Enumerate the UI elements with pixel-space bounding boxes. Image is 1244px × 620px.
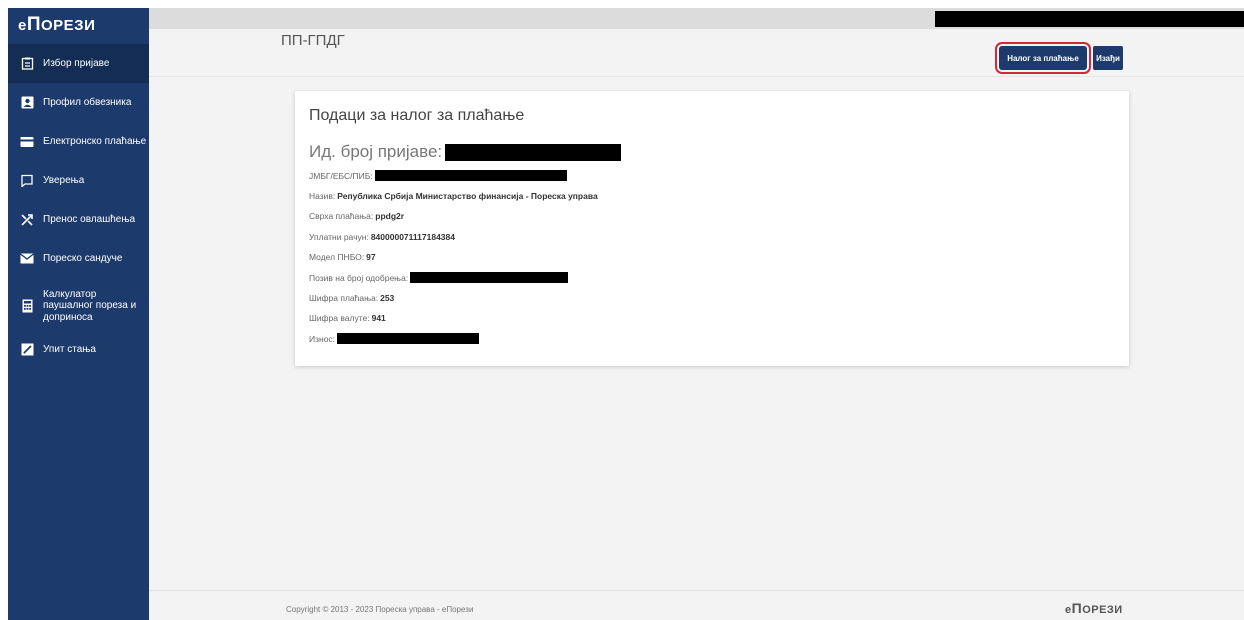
sidebar-item-profil-obveznika[interactable]: Профил обвезника: [8, 83, 149, 122]
sidebar-item-prenos-ovlascenja[interactable]: Пренос овлашћења: [8, 200, 149, 239]
redacted-iznos: [337, 333, 480, 344]
field-label: Уплатни рачун:: [309, 232, 369, 242]
transfer-icon: [20, 213, 34, 227]
clipboard-list-icon: [20, 57, 34, 71]
sidebar-item-label: Пореско сандуче: [43, 252, 123, 264]
user-card-icon: [20, 96, 34, 110]
top-bar: [149, 8, 1244, 29]
field-label: ЈМБГ/ЕБС/ПИБ:: [309, 170, 373, 181]
field-label: Шифра валуте:: [309, 313, 370, 323]
redacted-user-info: [935, 11, 1244, 27]
field-uplatni-racun: Уплатни рачун: 840000071117184384: [309, 232, 455, 242]
redacted-jmbg: [374, 170, 567, 181]
sidebar-item-label: Електронско плаћање: [43, 135, 147, 147]
field-sifra-valute: Шифра валуте: 941: [309, 313, 386, 323]
calculator-icon: [20, 299, 34, 313]
payment-order-button[interactable]: Налог за плаћање: [995, 42, 1091, 74]
header-divider: [149, 76, 1244, 77]
sidebar: еПОРЕЗИ Избор пријаве Профил обвезника Е…: [8, 8, 149, 620]
card-title: Подаци за налог за плаћање: [309, 107, 525, 124]
exit-button[interactable]: Изађи: [1093, 46, 1123, 70]
field-label: Модел ПНБО:: [309, 252, 365, 262]
field-jmbg: ЈМБГ/ЕБС/ПИБ:: [309, 170, 567, 181]
field-sifra-placanja: Шифра плаћања: 253: [309, 293, 394, 303]
sidebar-item-poresko-sanduce[interactable]: Пореско сандуче: [8, 239, 149, 278]
sidebar-item-upit-stanja[interactable]: Упит стања: [8, 330, 149, 369]
sidebar-item-label: Профил обвезника: [43, 96, 132, 108]
sidebar-item-kalkulator[interactable]: Калкулатор паушалног пореза и доприноса: [8, 282, 149, 330]
field-label: Шифра плаћања:: [309, 293, 379, 303]
field-value: Република Србија Министарство финансија …: [337, 191, 598, 201]
sidebar-item-izbor-prijave[interactable]: Избор пријаве: [8, 44, 149, 83]
sidebar-item-label: Избор пријаве: [43, 57, 110, 69]
sidebar-item-label: Калкулатор паушалног пореза и доприноса: [43, 288, 137, 323]
payment-data-card: Подаци за налог за плаћање Ид. број приј…: [295, 91, 1129, 366]
field-iznos: Износ:: [309, 333, 480, 344]
field-poziv-na-broj: Позив на број одобрења:: [309, 272, 569, 283]
field-label: Позив на број одобрења:: [309, 272, 409, 283]
footer-divider: [149, 590, 1244, 591]
credit-card-icon: [20, 135, 34, 149]
field-label: Износ:: [309, 333, 336, 344]
field-label: Назив:: [309, 191, 336, 201]
app-logo[interactable]: еПОРЕЗИ: [8, 8, 149, 44]
field-model: Модел ПНБО: 97: [309, 252, 376, 262]
page-title: ПП-ГПДГ: [281, 32, 345, 49]
field-value: 253: [380, 293, 395, 303]
sidebar-item-label: Упит стања: [43, 343, 96, 355]
footer-copyright: Copyright © 2013 - 2023 Пореска управа -…: [286, 605, 474, 614]
field-label: Сврха плаћања:: [309, 211, 374, 221]
redacted-declaration-id: [445, 143, 622, 161]
certificate-icon: [20, 174, 34, 188]
main-area: ПП-ГПДГ Налог за плаћање Изађи Подаци за…: [149, 8, 1244, 620]
sidebar-item-label: Уверења: [43, 174, 85, 186]
field-svrha: Сврха плаћања: ppdg2r: [309, 211, 404, 221]
sidebar-item-elektronsko-placanje[interactable]: Електронско плаћање: [8, 122, 149, 161]
declaration-id-label: Ид. број пријаве:: [309, 142, 443, 161]
field-value: 840000071117184384: [370, 232, 455, 242]
field-value: 97: [366, 252, 376, 262]
edit-check-icon: [20, 343, 34, 357]
declaration-id-row: Ид. број пријаве:: [309, 142, 622, 162]
footer-logo: еПОРЕЗИ: [1065, 600, 1123, 616]
field-naziv: Назив: Република Србија Министарство фин…: [309, 191, 598, 201]
envelope-icon: [20, 252, 34, 266]
redacted-poziv-na-broj: [410, 272, 569, 283]
field-value: ppdg2r: [375, 211, 405, 221]
field-value: 941: [371, 313, 386, 323]
sidebar-item-uverenja[interactable]: Уверења: [8, 161, 149, 200]
sidebar-item-label: Пренос овлашћења: [43, 213, 136, 225]
